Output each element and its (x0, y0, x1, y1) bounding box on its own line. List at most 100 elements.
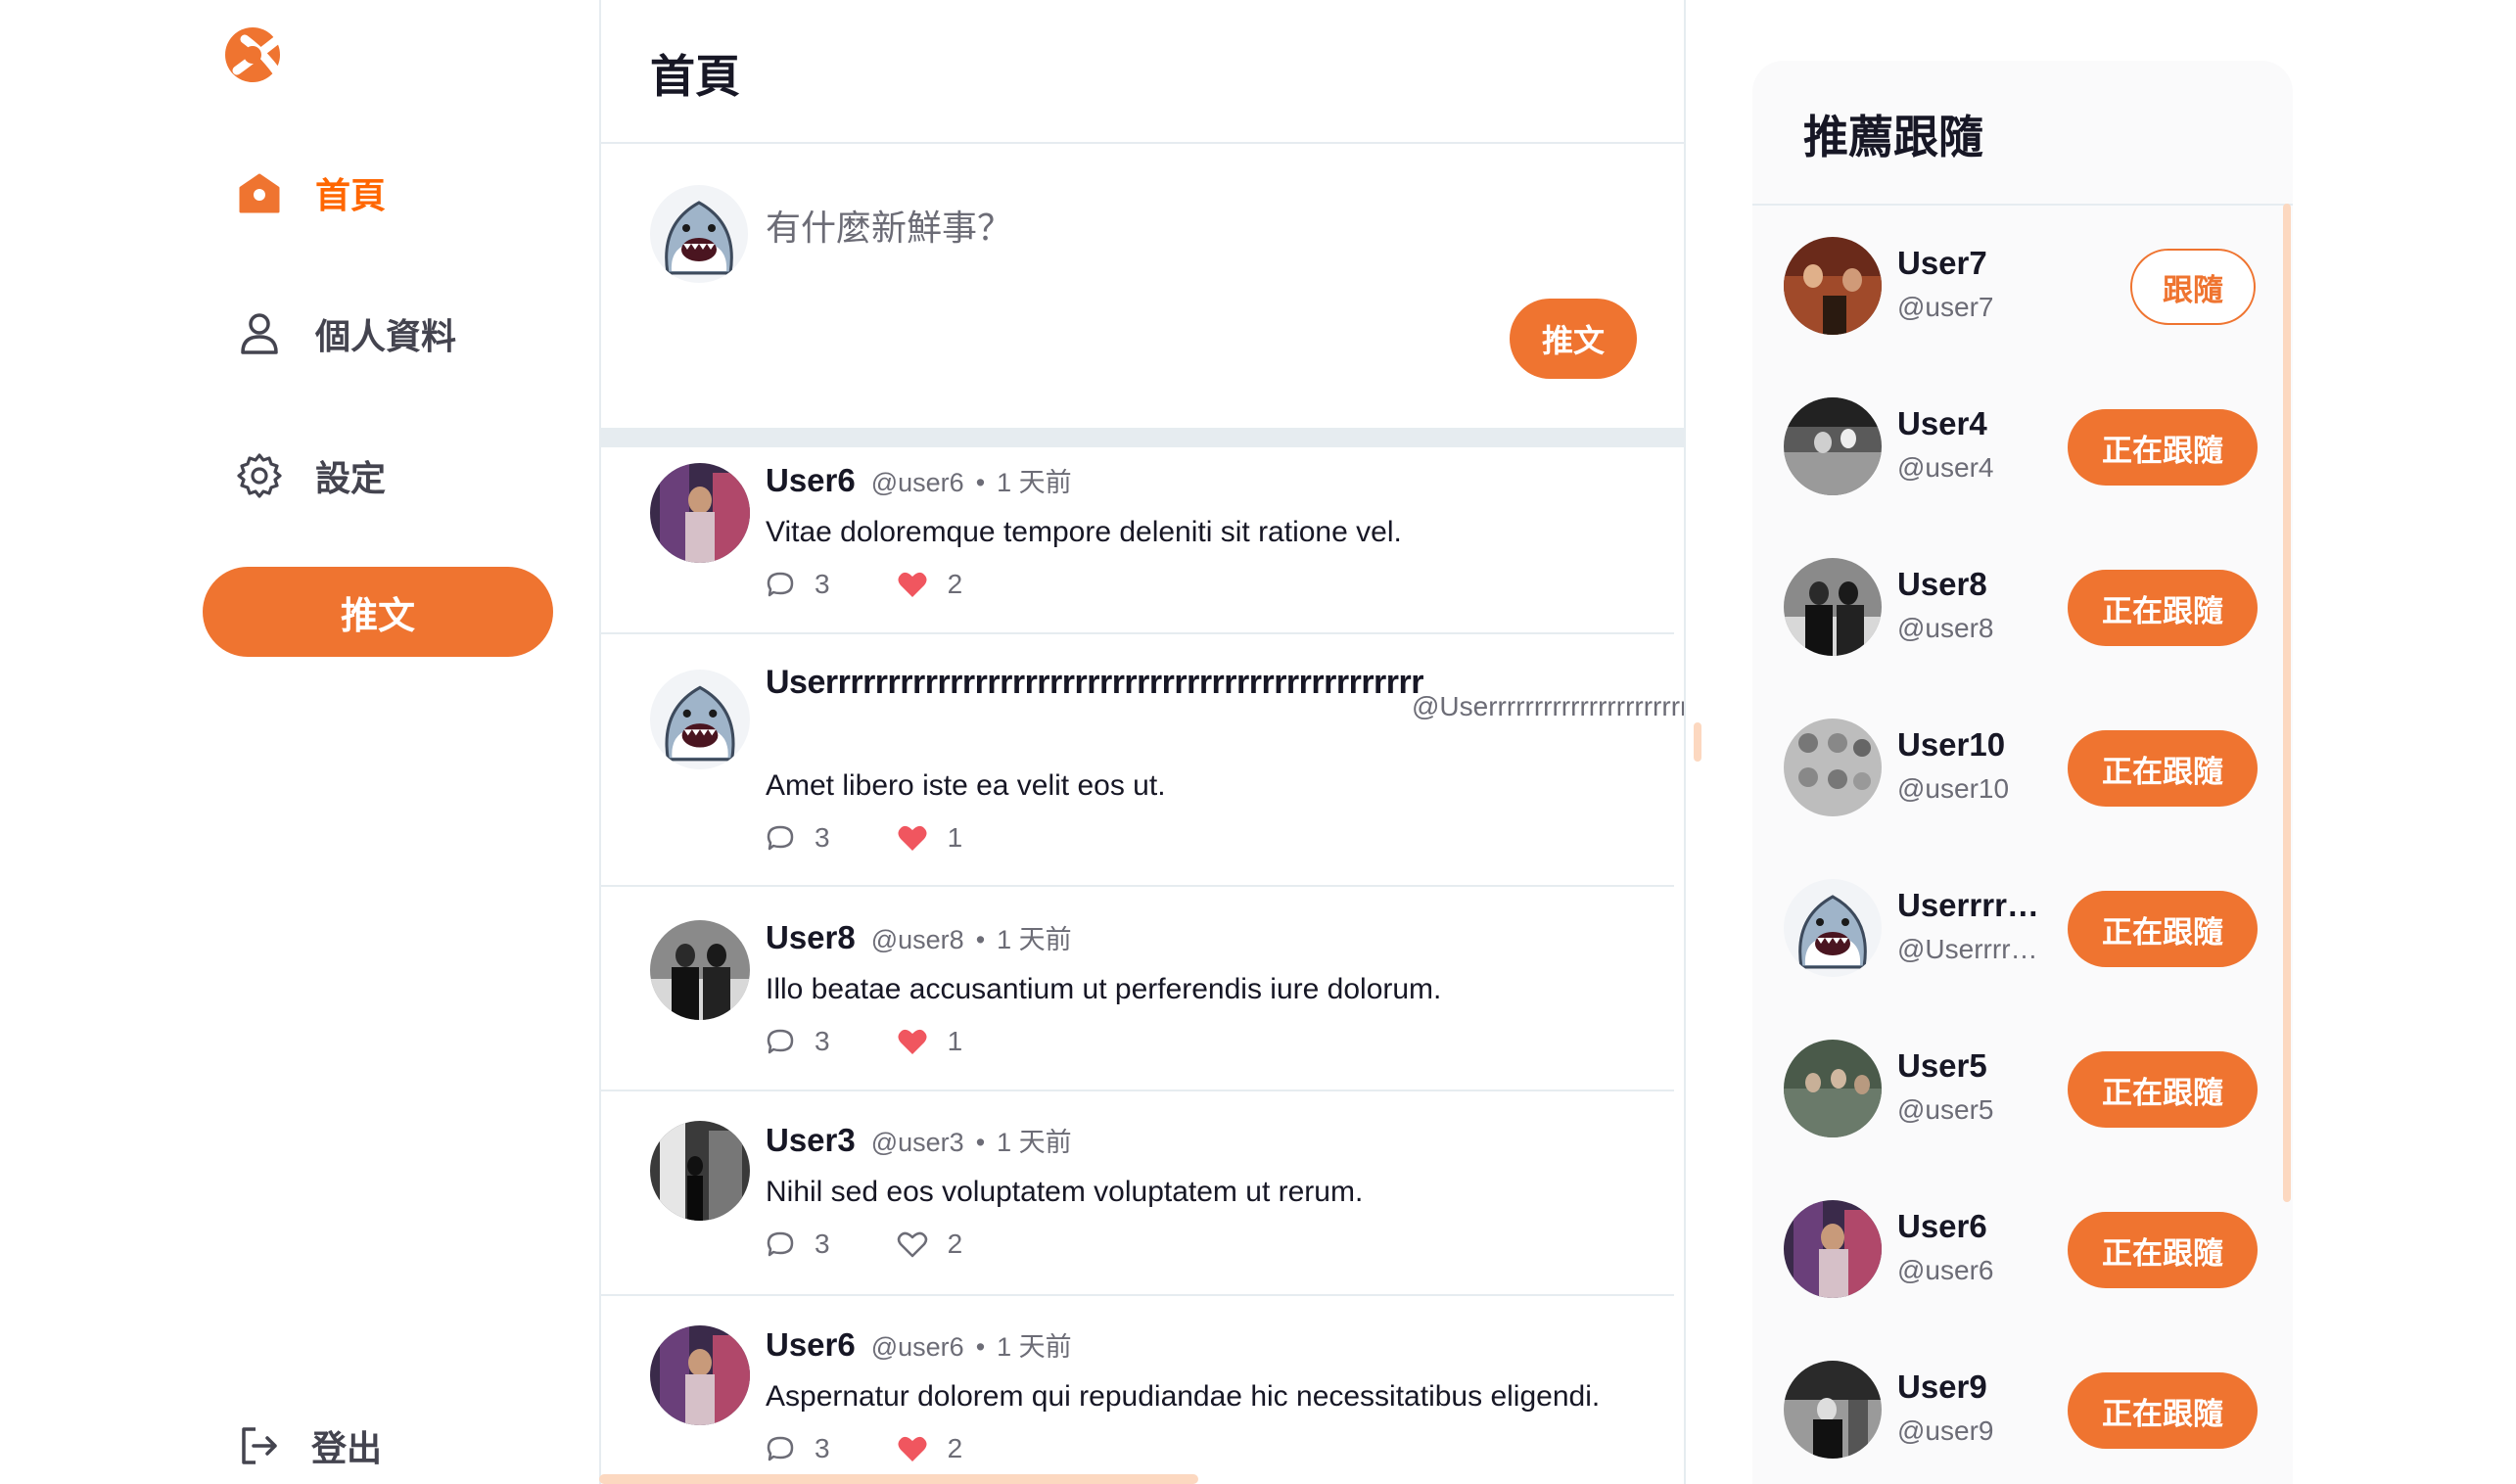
following-button[interactable]: 正在跟隨 (2068, 1212, 2258, 1288)
recommend-title: 推薦跟隨 (1803, 112, 1983, 162)
tweet-item[interactable]: User6 @user6 • 1 天前 Aspernatur dolorem q… (601, 1296, 1674, 1484)
recommend-user-name: User8 (1897, 566, 1987, 602)
like-button[interactable]: 2 (897, 569, 962, 600)
tweet-feed: User6 @user6 • 1 天前 Vitae doloremque tem… (601, 447, 1684, 1484)
tweet-text: Illo beatae accusantium ut perferendis i… (766, 973, 1442, 1005)
heart-filled-icon (898, 572, 927, 597)
reply-button[interactable]: 3 (766, 1229, 830, 1260)
reply-button[interactable]: 3 (766, 1433, 830, 1464)
logout-label: 登出 (311, 1428, 383, 1468)
like-button[interactable]: 2 (897, 1229, 962, 1260)
recommend-user-handle: @user5 (1897, 1094, 1994, 1125)
tweet-text: Vitae doloremque tempore deleniti sit ra… (766, 516, 1402, 548)
avatar[interactable] (1784, 719, 1882, 816)
avatar[interactable] (650, 920, 750, 1020)
avatar[interactable] (650, 1325, 750, 1425)
tweet-item[interactable]: User8 @user8 • 1 天前 Illo beatae accusant… (601, 887, 1674, 1091)
feed-scrollbar[interactable] (1694, 722, 1701, 762)
recommend-user[interactable]: User4 @user4 正在跟隨 (1784, 397, 2273, 495)
avatar[interactable] (1784, 1040, 1882, 1137)
recommend-user-name: User6 (1897, 1208, 1987, 1244)
reply-icon (767, 572, 794, 597)
like-count: 1 (947, 822, 963, 853)
recommend-user-handle: @Userrrrrrrrrrrrrrrrrrr (1897, 934, 2044, 964)
like-button[interactable]: 1 (897, 1026, 962, 1057)
tweet-author-handle[interactable]: @user3 (871, 1128, 964, 1158)
tweet-author-handle[interactable]: @Userrrrrrrrrrrrrrrrrrrrrrrrrrrrrrrrrrrr… (1412, 691, 1684, 722)
reply-count: 3 (815, 1229, 830, 1259)
recommend-user[interactable]: User9 @user9 正在跟隨 (1784, 1361, 2273, 1459)
reply-button[interactable]: 3 (766, 822, 830, 854)
tweet-item[interactable]: User6 @user6 • 1 天前 Vitae doloremque tem… (601, 447, 1674, 634)
avatar[interactable] (1784, 558, 1882, 656)
reply-icon (767, 825, 794, 851)
like-button[interactable]: 1 (897, 822, 963, 854)
nav-home-label: 首頁 (315, 175, 387, 215)
composer-tweet-button[interactable]: 推文 (1510, 299, 1637, 379)
tweet-item[interactable]: Userrrrrrrrrrrrrrrrrrrrrrrrrrrrrrrrrrrrr… (601, 634, 1684, 887)
reply-count: 3 (815, 569, 830, 599)
logo-icon[interactable] (223, 22, 296, 88)
tweet-author-handle[interactable]: @user6 (871, 468, 964, 498)
nav-settings[interactable]: 設定 (235, 441, 386, 510)
following-button[interactable]: 正在跟隨 (2068, 409, 2258, 486)
nav-home[interactable]: 首頁 (235, 159, 386, 227)
following-button[interactable]: 正在跟隨 (2068, 570, 2258, 646)
separator-dot: • (975, 468, 986, 497)
tweet-time: 1 天前 (997, 1332, 1072, 1362)
avatar[interactable] (1784, 1200, 1882, 1298)
recommend-user[interactable]: User5 @user5 正在跟隨 (1784, 1040, 2273, 1137)
heart-filled-icon (898, 1029, 927, 1054)
reply-button[interactable]: 3 (766, 569, 830, 600)
recommend-user-name: User7 (1897, 245, 1987, 281)
tweet-item[interactable]: User3 @user3 • 1 天前 Nihil sed eos volupt… (601, 1091, 1674, 1296)
following-button[interactable]: 正在跟隨 (2068, 730, 2258, 807)
avatar[interactable] (650, 670, 750, 769)
following-button[interactable]: 正在跟隨 (2068, 1372, 2258, 1449)
tweet-author-name[interactable]: User6 (766, 462, 856, 499)
recommend-user-handle: @user6 (1897, 1255, 1994, 1285)
logout-button[interactable]: 登出 (235, 1412, 382, 1480)
tweet-button[interactable]: 推文 (203, 567, 553, 657)
tweet-text: Amet libero iste ea velit eos ut. (766, 769, 1166, 802)
avatar[interactable] (1784, 397, 1882, 495)
heart-filled-icon (898, 825, 927, 851)
nav-profile[interactable]: 個人資料 (235, 300, 456, 368)
separator-dot: • (975, 1128, 986, 1157)
following-button[interactable]: 正在跟隨 (2068, 1051, 2258, 1128)
home-icon (235, 168, 284, 217)
recommend-user[interactable]: Userrrrrrrrrrrrrrrrrrrrr @Userrrrrrrrrrr… (1784, 879, 2273, 977)
recommend-user[interactable]: User7 @user7 跟隨 (1784, 237, 2273, 335)
reply-icon (767, 1436, 794, 1461)
reply-count: 3 (815, 1026, 830, 1056)
recommend-user[interactable]: User10 @user10 正在跟隨 (1784, 719, 2273, 816)
feed-horizontal-scrollbar[interactable] (599, 1474, 1198, 1484)
tweet-text: Nihil sed eos voluptatem voluptatem ut r… (766, 1176, 1364, 1208)
tweet-author-name[interactable]: User8 (766, 919, 856, 956)
following-button[interactable]: 正在跟隨 (2068, 891, 2258, 967)
recommend-panel: 推薦跟隨 User7 @user7 跟隨 User4 @user4 正在跟隨 U… (1752, 61, 2293, 1484)
avatar[interactable] (650, 185, 748, 283)
tweet-author-handle[interactable]: @user6 (871, 1332, 964, 1363)
composer-input[interactable] (764, 198, 1512, 258)
recommend-user[interactable]: User6 @user6 正在跟隨 (1784, 1200, 2273, 1298)
avatar[interactable] (650, 463, 750, 563)
main-column: 首頁 推文 User6 @user6 • 1 (599, 0, 1686, 1484)
tweet-author-name[interactable]: Userrrrrrrrrrrrrrrrrrrrrrrrrrrrrrrrrrrrr… (766, 664, 1423, 702)
logout-icon (235, 1421, 284, 1470)
tweet-author-name[interactable]: User6 (766, 1326, 856, 1364)
avatar[interactable] (1784, 237, 1882, 335)
avatar[interactable] (1784, 1361, 1882, 1459)
avatar[interactable] (650, 1121, 750, 1221)
tweet-composer: 推文 (601, 144, 1684, 428)
follow-button[interactable]: 跟隨 (2130, 249, 2256, 325)
tweet-author-name[interactable]: User3 (766, 1122, 856, 1159)
page-title: 首頁 (650, 51, 740, 102)
recommend-user[interactable]: User8 @user8 正在跟隨 (1784, 558, 2273, 656)
recommend-user-handle: @user7 (1897, 292, 1994, 322)
tweet-author-handle[interactable]: @user8 (871, 925, 964, 955)
recommend-scrollbar[interactable] (2283, 204, 2291, 1202)
reply-button[interactable]: 3 (766, 1026, 830, 1057)
avatar[interactable] (1784, 879, 1882, 977)
like-button[interactable]: 2 (897, 1433, 962, 1464)
